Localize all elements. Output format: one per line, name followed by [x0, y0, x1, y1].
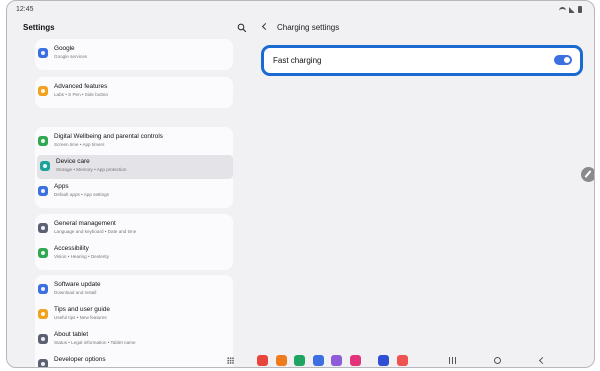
advanced-features-icon — [38, 86, 48, 96]
fast-charging-label: Fast charging — [273, 56, 322, 65]
settings-item-title: Accessibility — [54, 245, 89, 252]
charging-settings-title: Charging settings — [277, 22, 340, 32]
google-icon — [38, 48, 48, 58]
status-time: 12:45 — [16, 6, 34, 13]
apps-icon — [38, 186, 48, 196]
app-icon-purple[interactable] — [331, 355, 342, 366]
settings-item-title: Device care — [56, 158, 90, 165]
settings-item[interactable]: Google Google services — [35, 42, 233, 66]
settings-item-subtitle: Google services — [54, 54, 87, 59]
accessibility-icon — [38, 248, 48, 258]
page-title: Settings — [23, 23, 55, 32]
app-icon-blue[interactable] — [312, 355, 324, 366]
settings-item-title: Digital Wellbeing and parental controls — [54, 133, 163, 140]
settings-item-title: Advanced features — [54, 83, 108, 90]
app-icon-pink[interactable] — [349, 355, 361, 366]
settings-item[interactable]: Accessibility Vision • Hearing • Dexterit… — [35, 242, 233, 266]
tips-icon — [38, 309, 48, 319]
toggle-knob — [564, 57, 570, 63]
recents-button[interactable] — [449, 357, 456, 364]
app-icon-green[interactable] — [294, 355, 305, 366]
settings-item[interactable]: Apps Default apps • App settings — [35, 180, 233, 204]
settings-group: General management Language and keyboard … — [35, 214, 233, 270]
settings-item-title: Software update — [54, 281, 101, 288]
settings-item-title: Google — [54, 45, 75, 52]
settings-item[interactable]: Software update Download and install — [35, 278, 233, 302]
settings-item[interactable]: Advanced features Labs • S Pen • Side but… — [35, 80, 233, 104]
settings-item[interactable]: Tips and user guide Useful tips • New fea… — [35, 303, 233, 327]
settings-item-title: About tablet — [54, 331, 89, 338]
settings-item-subtitle: Download and install — [54, 290, 97, 295]
settings-item-subtitle: Screen time • App timers — [54, 142, 105, 147]
charging-header: Charging settings — [261, 22, 339, 32]
edit-pen-icon[interactable] — [581, 167, 594, 182]
back-button[interactable] — [538, 356, 547, 365]
general-management-icon — [38, 223, 48, 233]
settings-item-title: General management — [54, 220, 116, 227]
settings-group: Digital Wellbeing and parental controls S… — [35, 127, 233, 208]
settings-item[interactable]: General management Language and keyboard … — [35, 217, 233, 241]
status-bar: 12:45 — [7, 1, 594, 17]
settings-group: Advanced features Labs • S Pen • Side but… — [35, 77, 233, 108]
settings-item-subtitle: Status • Legal information • Tablet name — [54, 340, 136, 345]
settings-group: Google Google services — [35, 39, 233, 70]
app-icon-coral[interactable] — [396, 355, 408, 366]
battery-icon — [578, 6, 582, 13]
settings-item-subtitle: Labs • S Pen • Side button — [54, 92, 109, 97]
signal-icon — [569, 6, 575, 13]
settings-item-subtitle: Storage • Memory • App protection — [56, 167, 127, 172]
settings-item-subtitle: Language and keyboard • Date and time — [54, 229, 137, 234]
software-update-icon — [38, 284, 48, 294]
app-icon-red[interactable] — [257, 355, 268, 366]
search-icon[interactable] — [237, 23, 247, 33]
settings-item-subtitle: Vision • Hearing • Dexterity — [54, 254, 109, 259]
back-arrow-icon[interactable] — [261, 22, 269, 32]
wifi-icon — [559, 6, 566, 13]
settings-item[interactable]: Device care Storage • Memory • App protec… — [37, 155, 233, 179]
settings-item-subtitle: Default apps • App settings — [54, 192, 109, 197]
settings-item[interactable]: About tablet Status • Legal information •… — [35, 328, 233, 352]
settings-item-title: Apps — [54, 183, 69, 190]
app-icon-indigo[interactable] — [378, 355, 389, 366]
settings-item-title: Tips and user guide — [54, 306, 110, 313]
app-icon-orange[interactable] — [275, 355, 287, 366]
fast-charging-toggle[interactable] — [554, 55, 572, 65]
settings-item[interactable]: Digital Wellbeing and parental controls S… — [35, 130, 233, 154]
device-care-icon — [40, 161, 50, 171]
digital-wellbeing-icon — [38, 136, 48, 146]
about-tablet-icon — [38, 334, 48, 344]
status-icons — [559, 6, 582, 13]
settings-item-subtitle: Useful tips • New features — [54, 315, 107, 320]
apps-grid-icon[interactable] — [227, 357, 234, 364]
home-button[interactable] — [494, 357, 501, 364]
navigation-bar — [7, 353, 594, 367]
tablet-screen: 12:45 Settings Google Google services Adva… — [6, 0, 595, 368]
settings-list-panel: Settings Google Google services Advanced f… — [7, 17, 251, 367]
fast-charging-row[interactable]: Fast charging — [261, 45, 583, 76]
